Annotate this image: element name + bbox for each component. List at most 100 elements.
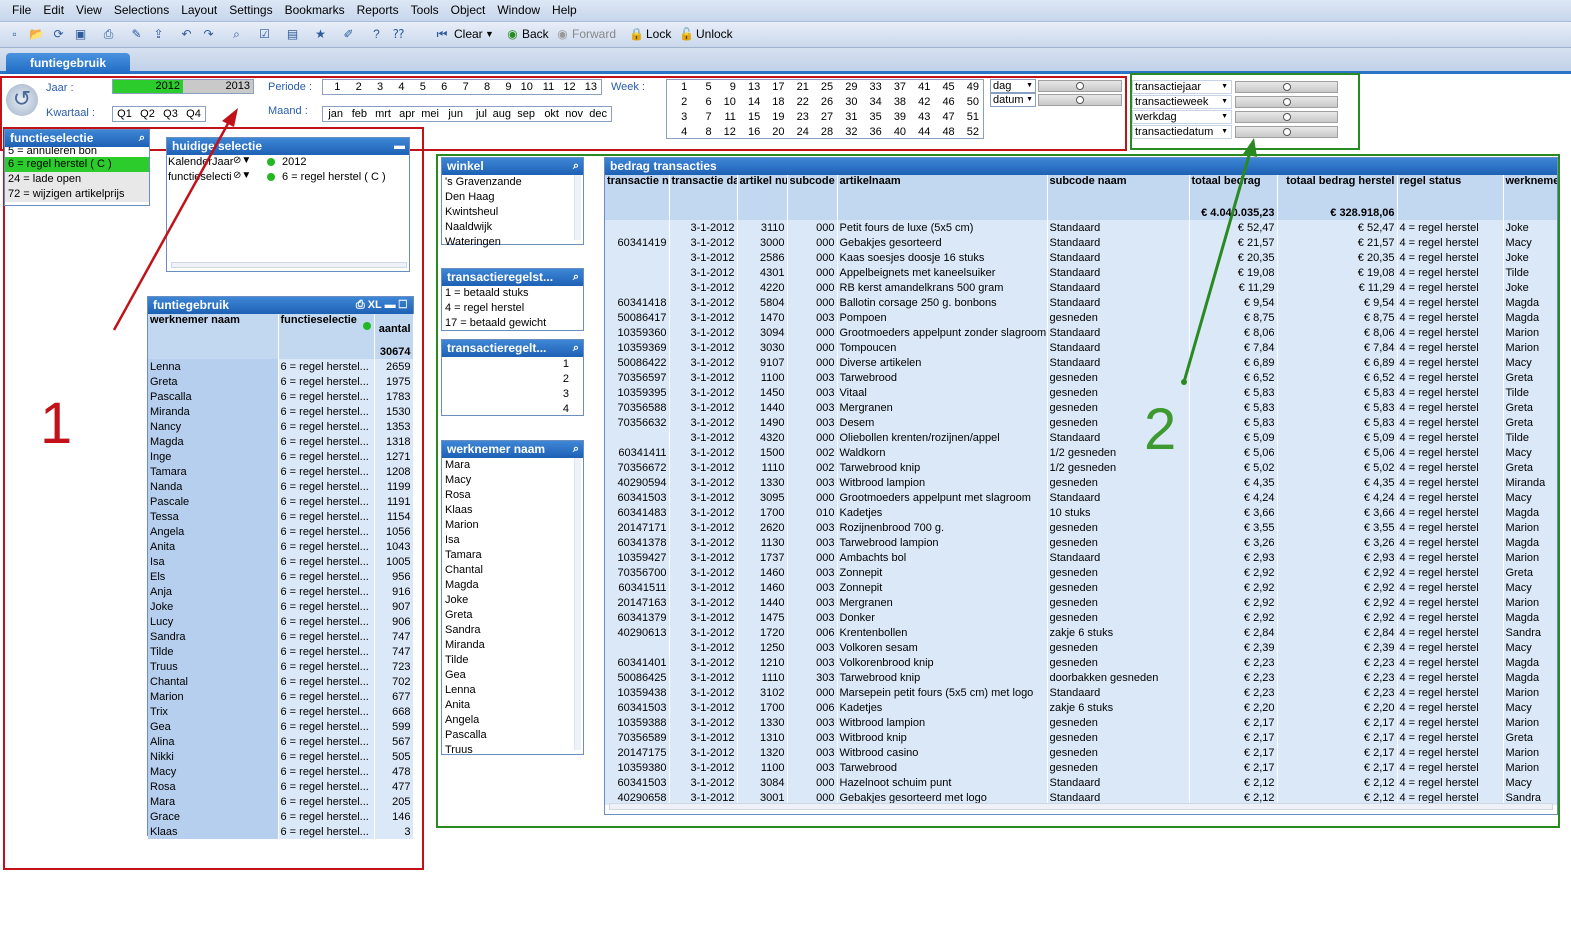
list-item[interactable]: Chantal bbox=[442, 563, 583, 578]
table-row[interactable]: Nikki 6 = regel herstel... 505 bbox=[148, 749, 414, 764]
functie-cell[interactable]: 6 = regel herstel... bbox=[278, 449, 375, 464]
pencil-icon[interactable]: ✐ bbox=[340, 26, 357, 43]
list-item[interactable]: 2 bbox=[442, 372, 569, 387]
back-button[interactable]: Back bbox=[522, 27, 549, 41]
list-item[interactable]: Klaas bbox=[442, 503, 583, 518]
column-header[interactable]: transactie nummer bbox=[605, 175, 670, 205]
table-row[interactable]: Tilde 6 = regel herstel... 747 bbox=[148, 644, 414, 659]
table-row[interactable]: Macy 6 = regel herstel... 478 bbox=[148, 764, 414, 779]
list-item[interactable]: Lenna bbox=[442, 683, 583, 698]
table-row[interactable]: 60341378 3-1-2012 1130 003 Tarwebrood lampio… bbox=[605, 535, 1557, 550]
werknemer-cell[interactable]: Anita bbox=[148, 539, 279, 554]
functie-cell[interactable]: 6 = regel herstel... bbox=[278, 629, 375, 644]
table-row[interactable]: 40290594 3-1-2012 1330 003 Witbrood lampion g… bbox=[605, 475, 1557, 490]
menu-item-bookmarks[interactable]: Bookmarks bbox=[279, 0, 351, 17]
functie-cell[interactable]: 6 = regel herstel... bbox=[278, 764, 375, 779]
list-item[interactable]: 3 bbox=[442, 387, 569, 402]
werknemer-cell[interactable]: Els bbox=[148, 569, 279, 584]
table-row[interactable]: Rosa 6 = regel herstel... 477 bbox=[148, 779, 414, 794]
menu-item-window[interactable]: Window bbox=[491, 0, 546, 17]
open-icon[interactable]: 📂 bbox=[28, 26, 45, 43]
werknemer-cell[interactable]: Greta bbox=[148, 374, 279, 389]
list-item[interactable]: Joke bbox=[442, 593, 583, 608]
redo-icon[interactable]: ↷ bbox=[200, 26, 217, 43]
table-row[interactable]: Trix 6 = regel herstel... 668 bbox=[148, 704, 414, 719]
export-icon[interactable]: ⇪ bbox=[150, 26, 167, 43]
vertical-scrollbar[interactable] bbox=[574, 458, 581, 750]
functie-cell[interactable]: 6 = regel herstel... bbox=[278, 539, 375, 554]
column-header[interactable]: subcode nummer bbox=[787, 175, 838, 205]
column-header[interactable]: totaal bedrag bbox=[1189, 175, 1278, 205]
help-icon[interactable]: ? bbox=[368, 26, 385, 43]
functie-cell[interactable]: 6 = regel herstel... bbox=[278, 584, 375, 599]
column-header[interactable]: aantal bbox=[374, 314, 414, 344]
table-row[interactable]: Grace 6 = regel herstel... 146 bbox=[148, 809, 414, 824]
werknemer-cell[interactable]: Pascalla bbox=[148, 389, 279, 404]
functie-cell[interactable]: 6 = regel herstel... bbox=[278, 389, 375, 404]
search-icon[interactable]: ⌕ bbox=[573, 269, 579, 286]
list-item[interactable]: Naaldwijk bbox=[442, 220, 583, 235]
table-row[interactable]: Lucy 6 = regel herstel... 906 bbox=[148, 614, 414, 629]
table-row[interactable]: 20147163 3-1-2012 1440 003 Mergranen gesneden… bbox=[605, 595, 1557, 610]
functie-cell[interactable]: 6 = regel herstel... bbox=[278, 704, 375, 719]
help-context-icon[interactable]: ⁇ bbox=[390, 26, 407, 43]
menu-item-reports[interactable]: Reports bbox=[351, 0, 405, 17]
functie-cell[interactable]: 6 = regel herstel... bbox=[278, 809, 375, 824]
functie-cell[interactable]: 6 = regel herstel... bbox=[278, 479, 375, 494]
table-row[interactable]: Nancy 6 = regel herstel... 1353 bbox=[148, 419, 414, 434]
table-row[interactable]: 50086425 3-1-2012 1110 303 Tarwebrood knip do… bbox=[605, 670, 1557, 685]
werknemer-cell[interactable]: Miranda bbox=[148, 404, 279, 419]
werknemer-cell[interactable]: Joke bbox=[148, 599, 279, 614]
table-row[interactable]: Magda 6 = regel herstel... 1318 bbox=[148, 434, 414, 449]
clear-selection-icon[interactable]: ⊘▼ bbox=[233, 170, 251, 181]
table-row[interactable]: 70356589 3-1-2012 1310 003 Witbrood knip gesn… bbox=[605, 730, 1557, 745]
werknemer-cell[interactable]: Grace bbox=[148, 809, 279, 824]
functie-cell[interactable]: 6 = regel herstel... bbox=[278, 494, 375, 509]
table-row[interactable]: Miranda 6 = regel herstel... 1530 bbox=[148, 404, 414, 419]
column-header[interactable]: artikelnaam bbox=[837, 175, 1048, 205]
column-header[interactable]: functieselectie bbox=[278, 314, 375, 344]
list-item[interactable]: Magda bbox=[442, 578, 583, 593]
table-row[interactable]: Inge 6 = regel herstel... 1271 bbox=[148, 449, 414, 464]
vertical-scrollbar[interactable] bbox=[574, 175, 581, 240]
list-item[interactable]: Miranda bbox=[442, 638, 583, 653]
list-item[interactable]: Angela bbox=[442, 713, 583, 728]
functie-cell[interactable]: 6 = regel herstel... bbox=[278, 674, 375, 689]
functie-cell[interactable]: 6 = regel herstel... bbox=[278, 599, 375, 614]
menu-item-file[interactable]: File bbox=[6, 0, 37, 17]
column-header[interactable]: werknemer bbox=[1503, 175, 1557, 205]
menu-item-edit[interactable]: Edit bbox=[37, 0, 70, 17]
functie-cell[interactable]: 6 = regel herstel... bbox=[278, 689, 375, 704]
functie-cell[interactable]: 6 = regel herstel... bbox=[278, 404, 375, 419]
print-icon[interactable]: ⎙ bbox=[100, 26, 117, 43]
table-row[interactable]: 10359427 3-1-2012 1737 000 Ambachts bol Stand… bbox=[605, 550, 1557, 565]
list-item[interactable]: Greta bbox=[442, 608, 583, 623]
menu-item-settings[interactable]: Settings bbox=[223, 0, 278, 17]
search-icon[interactable]: ⌕ bbox=[139, 130, 145, 147]
table-row[interactable]: 60341503 3-1-2012 1700 006 Kadetjes zakje 6 s… bbox=[605, 700, 1557, 715]
table-row[interactable]: 70356700 3-1-2012 1460 003 Zonnepit gesneden €… bbox=[605, 565, 1557, 580]
list-item[interactable]: 24 = lade open bbox=[5, 172, 149, 187]
menu-item-view[interactable]: View bbox=[70, 0, 108, 17]
table-row[interactable]: Truus 6 = regel herstel... 723 bbox=[148, 659, 414, 674]
werknemer-cell[interactable]: Sandra bbox=[148, 629, 279, 644]
clear-selection-icon[interactable]: ⊘▼ bbox=[233, 155, 251, 166]
table-row[interactable]: Els 6 = regel herstel... 956 bbox=[148, 569, 414, 584]
functie-cell[interactable]: 6 = regel herstel... bbox=[278, 419, 375, 434]
window-controls-icon[interactable]: ⎙ XL ▬ ☐ bbox=[356, 297, 407, 314]
reload-icon[interactable]: ⟳ bbox=[50, 26, 67, 43]
werknemer-cell[interactable]: Nanda bbox=[148, 479, 279, 494]
table-row[interactable]: Sandra 6 = regel herstel... 747 bbox=[148, 629, 414, 644]
table-row[interactable]: 3-1-2012 1250 003 Volkoren sesam gesneden € 2… bbox=[605, 640, 1557, 655]
list-item[interactable]: Wateringen bbox=[442, 235, 583, 250]
table-row[interactable]: Marion 6 = regel herstel... 677 bbox=[148, 689, 414, 704]
menu-item-tools[interactable]: Tools bbox=[405, 0, 445, 17]
functie-cell[interactable]: 6 = regel herstel... bbox=[278, 779, 375, 794]
minimize-icon[interactable]: ▬ bbox=[394, 138, 405, 155]
functie-cell[interactable]: 6 = regel herstel... bbox=[278, 794, 375, 809]
table-row[interactable]: 60341511 3-1-2012 1460 003 Zonnepit gesneden €… bbox=[605, 580, 1557, 595]
werknemer-cell[interactable]: Lucy bbox=[148, 614, 279, 629]
werknemer-cell[interactable]: Pascale bbox=[148, 494, 279, 509]
functie-cell[interactable]: 6 = regel herstel... bbox=[278, 734, 375, 749]
new-icon[interactable]: ▫ bbox=[6, 26, 23, 43]
